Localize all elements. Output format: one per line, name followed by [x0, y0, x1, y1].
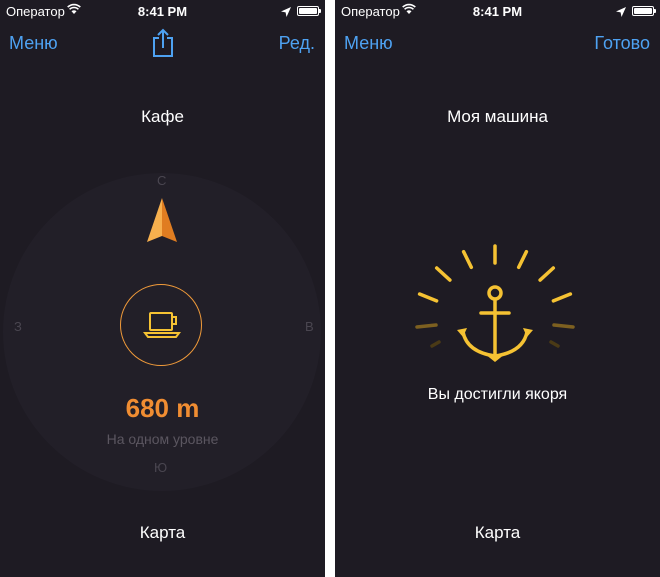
compass-west-label: З: [14, 319, 22, 334]
location-icon: [616, 5, 626, 20]
status-time: 8:41 PM: [137, 4, 188, 19]
screen-anchor: Оператор 8:41 PM Меню Готово Моя машина: [335, 0, 660, 577]
compass-east-label: В: [305, 319, 314, 334]
compass-south-label: Ю: [154, 460, 168, 475]
status-time: 8:41 PM: [472, 4, 523, 19]
location-icon: [281, 5, 291, 20]
anchor-reached-message: Вы достигли якоря: [427, 386, 568, 403]
compass-north-label: С: [157, 173, 167, 188]
map-button[interactable]: Карта: [335, 523, 660, 543]
battery-icon: [297, 6, 321, 16]
menu-button[interactable]: Меню: [9, 33, 58, 54]
level-status: На одном уровне: [106, 431, 219, 447]
battery-icon: [632, 6, 656, 16]
distance-value: 680 m: [125, 393, 200, 423]
anchor-icon: [405, 236, 585, 366]
status-bar: Оператор 8:41 PM: [0, 0, 325, 22]
menu-button[interactable]: Меню: [344, 33, 393, 54]
share-icon[interactable]: [151, 28, 175, 58]
done-button[interactable]: Готово: [594, 33, 650, 54]
screen-compass: Оператор 8:41 PM Меню Ред. Кафе С З В Ю: [0, 0, 325, 577]
map-button[interactable]: Карта: [0, 523, 325, 543]
coffee-cup-icon: [143, 310, 183, 340]
edit-button[interactable]: Ред.: [279, 33, 315, 54]
direction-arrow-icon: [147, 198, 177, 242]
place-title: Кафе: [141, 107, 184, 126]
status-bar: Оператор 8:41 PM: [335, 0, 660, 22]
place-title: Моя машина: [447, 107, 548, 126]
